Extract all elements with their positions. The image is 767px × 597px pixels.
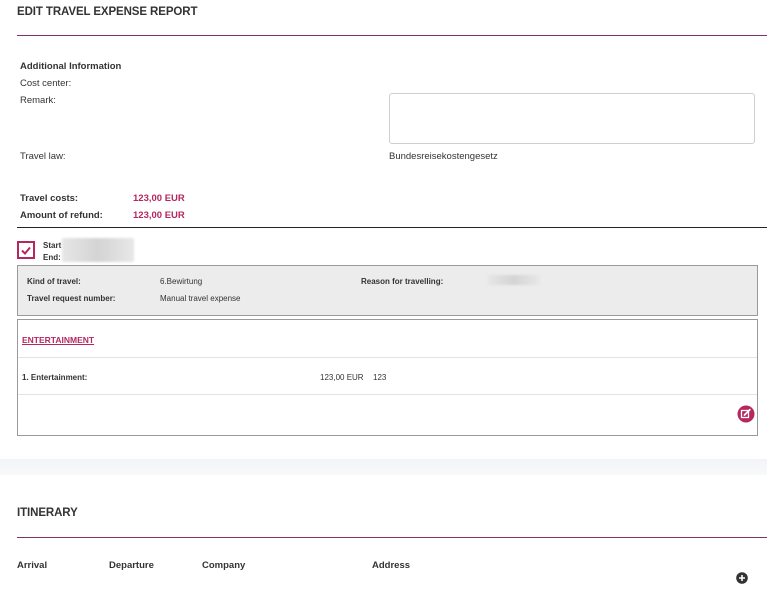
expense-item-ref: 123: [373, 373, 387, 382]
request-number-label: Travel request number:: [27, 294, 116, 303]
travel-costs-value: 123,00 EUR: [133, 193, 185, 204]
itinerary-divider: [17, 537, 767, 538]
remark-textarea[interactable]: [389, 93, 755, 144]
itinerary-title: ITINERARY: [17, 507, 78, 519]
refund-label: Amount of refund:: [20, 210, 103, 221]
section-band: [0, 459, 767, 475]
edit-icon[interactable]: [737, 405, 755, 423]
request-number-value: Manual travel expense: [160, 294, 241, 303]
redacted-reason: [488, 275, 540, 285]
kind-of-travel-value: 6.Bewirtung: [160, 277, 203, 286]
trip-select-checkbox[interactable]: [17, 241, 35, 259]
title-divider: [17, 35, 767, 36]
expense-panel: ENTERTAINMENT 1. Entertainment: 123,00 E…: [17, 319, 758, 436]
cost-center-label: Cost center:: [20, 78, 72, 89]
check-icon: [21, 246, 31, 255]
end-label: End:: [43, 253, 61, 262]
column-address: Address: [372, 560, 411, 571]
redacted-dates: [62, 238, 134, 262]
page-title: EDIT TRAVEL EXPENSE REPORT: [17, 6, 198, 18]
travel-law-label: Travel law:: [20, 151, 66, 162]
start-label: Start: [43, 241, 62, 250]
add-icon[interactable]: [736, 572, 748, 584]
expense-item-amount: 123,00 EUR: [320, 373, 364, 382]
refund-value: 123,00 EUR: [133, 210, 185, 221]
column-arrival: Arrival: [17, 560, 48, 571]
additional-info-heading: Additional Information: [20, 61, 122, 72]
column-departure: Departure: [109, 560, 154, 571]
expense-separator: [18, 357, 757, 358]
travel-law-value: Bundesreisekostengesetz: [389, 151, 498, 162]
expense-item-label: 1. Entertainment:: [22, 373, 88, 382]
expense-separator: [18, 394, 757, 395]
entertainment-link[interactable]: ENTERTAINMENT: [22, 335, 94, 345]
column-company: Company: [202, 560, 246, 571]
totals-divider: [17, 227, 767, 228]
travel-costs-label: Travel costs:: [20, 193, 79, 204]
kind-of-travel-label: Kind of travel:: [27, 277, 81, 286]
remark-label: Remark:: [20, 95, 56, 106]
trip-info-panel: Kind of travel: 6.Bewirtung Reason for t…: [17, 265, 758, 316]
reason-label: Reason for travelling:: [361, 277, 444, 286]
